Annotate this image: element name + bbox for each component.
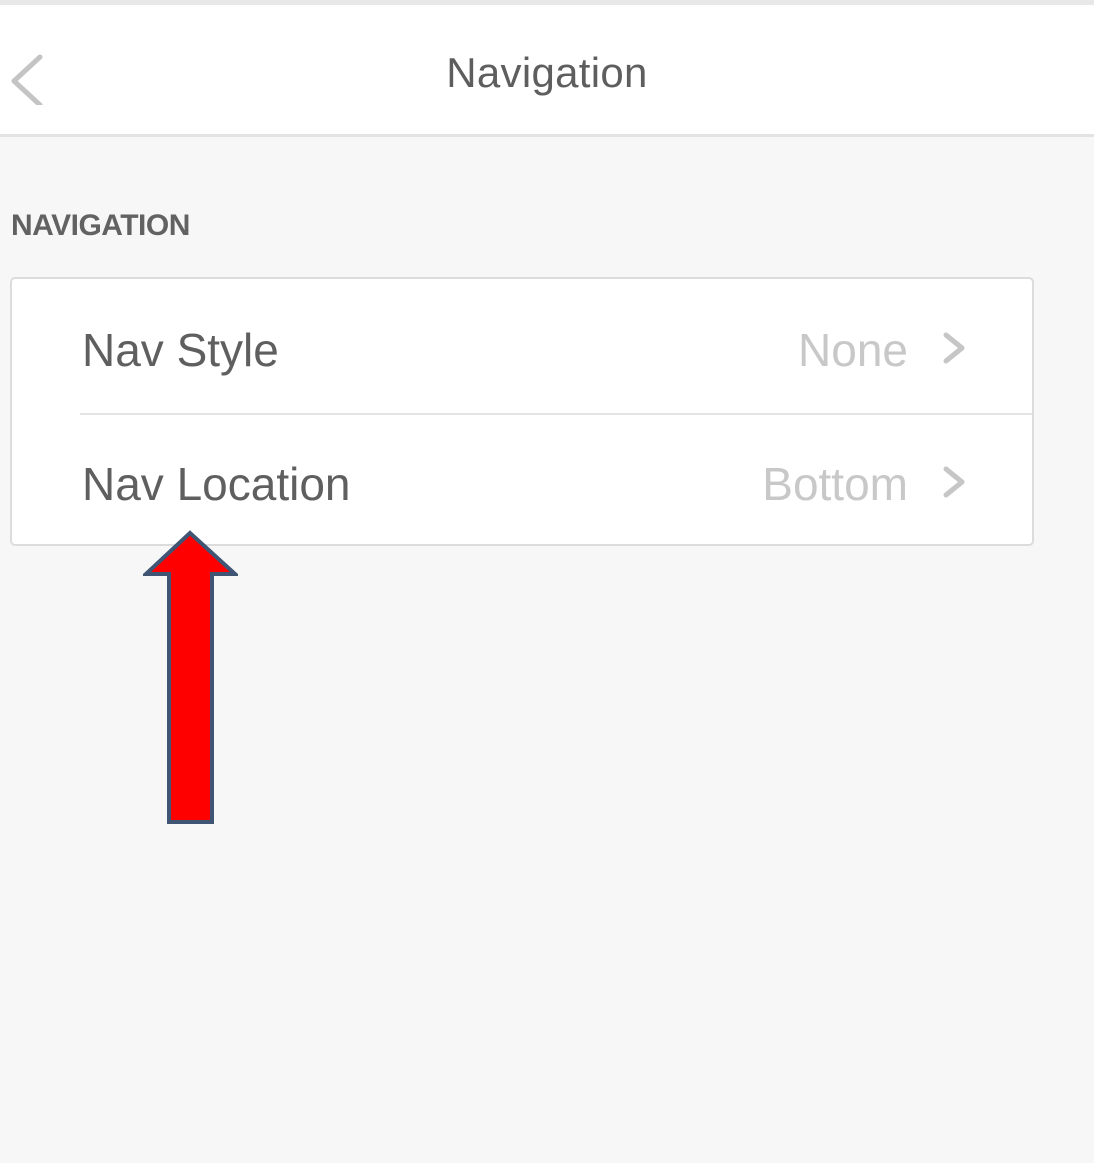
nav-location-row[interactable]: Nav Location Bottom	[12, 413, 1032, 547]
nav-style-row[interactable]: Nav Style None	[12, 279, 1032, 415]
settings-card: Nav Style None Nav Location Bottom	[10, 277, 1034, 546]
page-title: Navigation	[446, 49, 648, 96]
chevron-right-icon	[940, 465, 968, 499]
top-bar: Navigation	[0, 5, 1094, 137]
nav-location-label: Nav Location	[82, 458, 351, 510]
nav-style-value: None	[798, 324, 908, 376]
nav-style-label: Nav Style	[82, 324, 279, 376]
chevron-right-icon	[940, 331, 968, 365]
up-arrow-icon	[140, 530, 241, 825]
section-heading: NAVIGATION	[11, 209, 190, 242]
nav-location-value: Bottom	[762, 458, 908, 510]
